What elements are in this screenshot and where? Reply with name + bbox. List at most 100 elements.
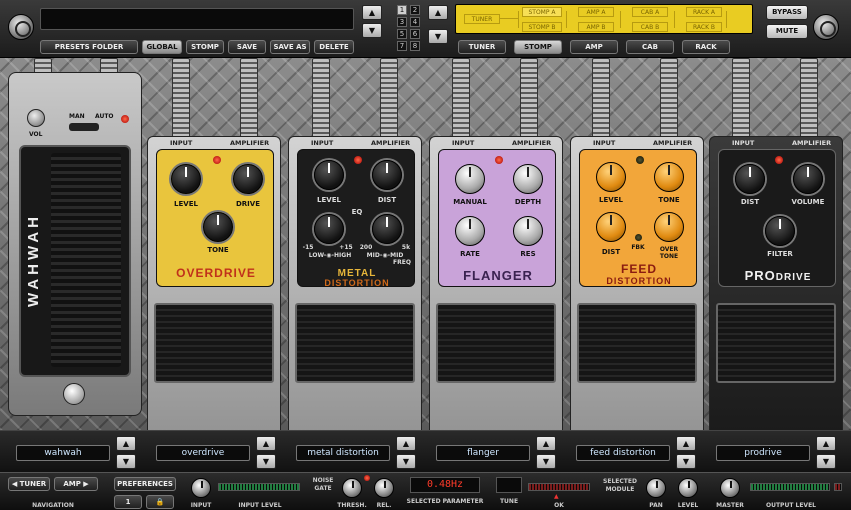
slot-5-down[interactable]: ▼ bbox=[676, 454, 696, 469]
wah-footswitch[interactable] bbox=[63, 383, 85, 405]
slot-3-down[interactable]: ▼ bbox=[396, 454, 416, 469]
overdrive-footswitch[interactable] bbox=[154, 303, 274, 383]
tuner-meter bbox=[528, 483, 590, 491]
overdrive-level-knob[interactable] bbox=[171, 164, 201, 194]
flanger-res-knob[interactable] bbox=[513, 216, 543, 246]
signal-chain-display[interactable]: TUNER STOMP A STOMP B AMP A AMP B CAB A … bbox=[455, 4, 753, 34]
global-button[interactable]: GLOBAL bbox=[142, 40, 182, 54]
overdrive-tone-knob[interactable] bbox=[203, 212, 233, 242]
chain-rack-a[interactable]: RACK A bbox=[686, 7, 722, 17]
slot-6-down[interactable]: ▼ bbox=[816, 454, 836, 469]
chain-tuner[interactable]: TUNER bbox=[464, 14, 500, 24]
flanger-depth-knob[interactable] bbox=[513, 164, 543, 194]
mute-button[interactable]: MUTE bbox=[766, 24, 808, 39]
prodrive-footswitch[interactable] bbox=[716, 303, 836, 383]
chain-cab-b[interactable]: CAB B bbox=[632, 22, 668, 32]
bank-2[interactable]: 2 bbox=[410, 5, 420, 15]
prodrive-dist-knob[interactable] bbox=[735, 164, 765, 194]
tab-cab[interactable]: CAB bbox=[626, 40, 674, 54]
input-knob[interactable] bbox=[191, 478, 211, 498]
flanger-face: MANUAL DEPTH RATE RES FLANGER bbox=[438, 149, 556, 287]
save-as-button[interactable]: SAVE AS bbox=[270, 40, 310, 54]
feed-tone-knob[interactable] bbox=[654, 162, 684, 192]
level-label: LEVEL bbox=[174, 200, 198, 208]
bank-6[interactable]: 6 bbox=[410, 29, 420, 39]
feed-level-knob[interactable] bbox=[596, 162, 626, 192]
prodrive-title: PRODRIVE bbox=[719, 268, 837, 283]
bank-4[interactable]: 4 bbox=[410, 17, 420, 27]
slot-4-down[interactable]: ▼ bbox=[536, 454, 556, 469]
bank-7[interactable]: 7 bbox=[397, 41, 407, 51]
nav-amp-button[interactable]: AMP ▶ bbox=[54, 477, 98, 491]
feed-dist-knob[interactable] bbox=[596, 212, 626, 242]
slot-1-down[interactable]: ▼ bbox=[116, 454, 136, 469]
metal-footswitch[interactable] bbox=[295, 303, 415, 383]
chain-amp-a[interactable]: AMP A bbox=[578, 7, 614, 17]
nav-tuner-button[interactable]: ◀ TUNER bbox=[8, 477, 50, 491]
flanger-footswitch[interactable] bbox=[436, 303, 556, 383]
preset-up-button[interactable]: ▲ bbox=[362, 5, 382, 20]
bank-3[interactable]: 3 bbox=[397, 17, 407, 27]
slot-6-up[interactable]: ▲ bbox=[816, 436, 836, 451]
slot-2-down[interactable]: ▼ bbox=[256, 454, 276, 469]
presets-folder-button[interactable]: PRESETS FOLDER bbox=[40, 40, 138, 54]
overdrive-drive-knob[interactable] bbox=[233, 164, 263, 194]
master-knob[interactable] bbox=[720, 478, 740, 498]
lock-button[interactable]: 🔒 bbox=[146, 495, 174, 509]
bank-down-button[interactable]: ▼ bbox=[428, 29, 448, 44]
depth-label: DEPTH bbox=[514, 198, 542, 206]
chain-stomp-b[interactable]: STOMP B bbox=[522, 22, 562, 32]
gate-release-knob[interactable] bbox=[374, 478, 394, 498]
feed-over-knob[interactable] bbox=[654, 212, 684, 242]
feed-footswitch[interactable] bbox=[577, 303, 697, 383]
pedalboard: VOL MAN AUTO WAHWAH INPUT AMPLIFIER LEVE… bbox=[0, 58, 851, 480]
preferences-button[interactable]: PREFERENCES bbox=[114, 477, 176, 491]
gate-threshold-knob[interactable] bbox=[342, 478, 362, 498]
flanger-rate-knob[interactable] bbox=[455, 216, 485, 246]
preset-name-display[interactable] bbox=[40, 8, 354, 30]
slot-6-select[interactable]: prodrive bbox=[716, 445, 810, 461]
tab-tuner[interactable]: TUNER bbox=[458, 40, 506, 54]
slot-2-up[interactable]: ▲ bbox=[256, 436, 276, 451]
chain-rack-b[interactable]: RACK B bbox=[686, 22, 722, 32]
metal-low-high-knob[interactable] bbox=[314, 214, 344, 244]
slot-3-up[interactable]: ▲ bbox=[396, 436, 416, 451]
tab-rack[interactable]: RACK bbox=[682, 40, 730, 54]
save-button[interactable]: SAVE bbox=[228, 40, 266, 54]
prodrive-volume-knob[interactable] bbox=[793, 164, 823, 194]
bank-8[interactable]: 8 bbox=[410, 41, 420, 51]
tab-amp[interactable]: AMP bbox=[570, 40, 618, 54]
bank-5[interactable]: 5 bbox=[397, 29, 407, 39]
slot-2-select[interactable]: overdrive bbox=[156, 445, 250, 461]
slot-1-select[interactable]: wahwah bbox=[16, 445, 110, 461]
wah-volume-knob[interactable] bbox=[27, 109, 45, 127]
slot-1-up[interactable]: ▲ bbox=[116, 436, 136, 451]
slot-3-select[interactable]: metal distortion bbox=[296, 445, 390, 461]
wahwah-pedal[interactable]: VOL MAN AUTO WAHWAH bbox=[8, 72, 142, 416]
stomp-button[interactable]: STOMP bbox=[186, 40, 224, 54]
chain-amp-b[interactable]: AMP B bbox=[578, 22, 614, 32]
delete-button[interactable]: DELETE bbox=[314, 40, 354, 54]
bypass-button[interactable]: BYPASS bbox=[766, 5, 808, 20]
metal-level-knob[interactable] bbox=[314, 160, 344, 190]
navigation-label: NAVIGATION bbox=[32, 502, 74, 509]
metal-dist-knob[interactable] bbox=[372, 160, 402, 190]
slot-5-select[interactable]: feed distortion bbox=[576, 445, 670, 461]
tab-stomp[interactable]: STOMP bbox=[514, 40, 562, 54]
preset-down-button[interactable]: ▼ bbox=[362, 23, 382, 38]
thresh-label: THRESH. bbox=[337, 502, 367, 509]
slot-5-up[interactable]: ▲ bbox=[676, 436, 696, 451]
metal-mid-knob[interactable] bbox=[372, 214, 402, 244]
instance-number[interactable]: 1 bbox=[114, 495, 142, 509]
module-level-knob[interactable] bbox=[678, 478, 698, 498]
prodrive-filter-knob[interactable] bbox=[765, 216, 795, 246]
chain-cab-a[interactable]: CAB A bbox=[632, 7, 668, 17]
man-auto-switch[interactable] bbox=[69, 123, 99, 131]
bank-1[interactable]: 1 bbox=[397, 5, 407, 15]
chain-stomp-a[interactable]: STOMP A bbox=[522, 7, 562, 17]
slot-4-up[interactable]: ▲ bbox=[536, 436, 556, 451]
pan-knob[interactable] bbox=[646, 478, 666, 498]
bank-up-button[interactable]: ▲ bbox=[428, 5, 448, 20]
slot-4-select[interactable]: flanger bbox=[436, 445, 530, 461]
flanger-manual-knob[interactable] bbox=[455, 164, 485, 194]
